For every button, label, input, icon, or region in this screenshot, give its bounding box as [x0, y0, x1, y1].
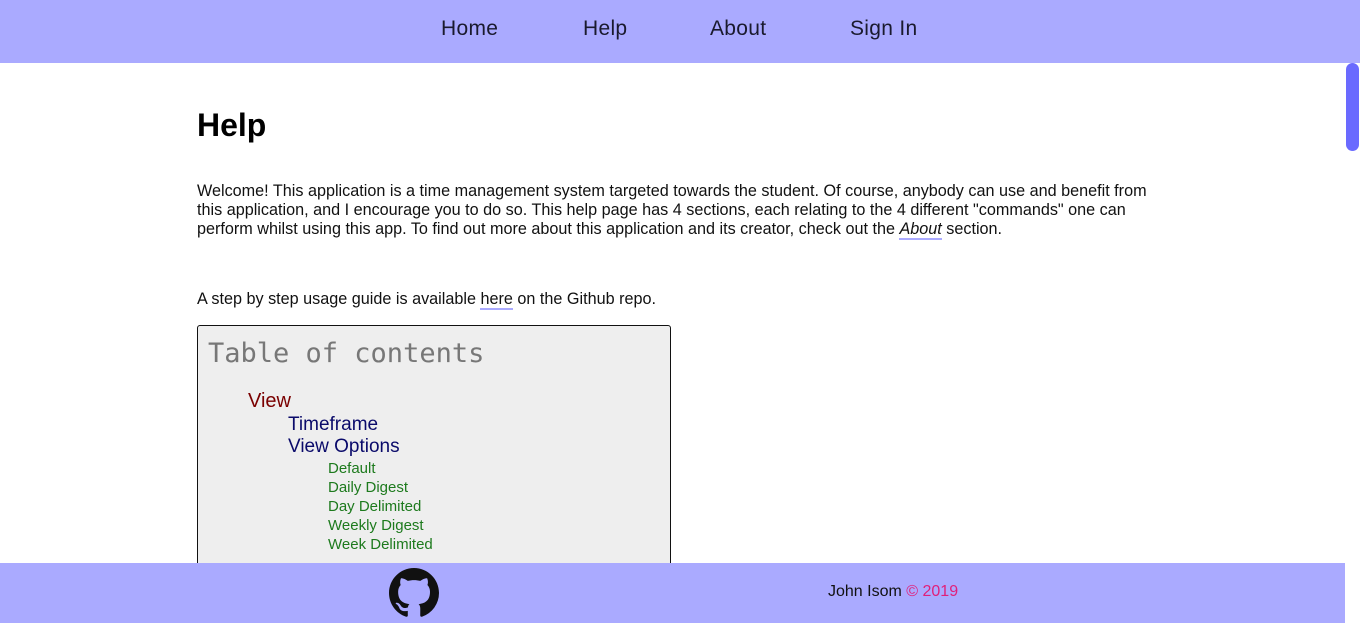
intro-text-end: section.	[941, 220, 1003, 238]
page-title: Help	[197, 107, 267, 143]
nav-home-link[interactable]: Home	[441, 17, 498, 41]
guide-text-end: on the Github repo.	[512, 290, 656, 308]
nav-sign-in-link[interactable]: Sign In	[850, 17, 917, 41]
toc-item-weekly-digest[interactable]: Weekly Digest	[328, 517, 424, 534]
about-section-link[interactable]: About	[899, 220, 942, 240]
intro-paragraph: Welcome! This application is a time mana…	[197, 182, 1147, 240]
toc-item-day-delimited[interactable]: Day Delimited	[328, 498, 421, 515]
main-content: Help Welcome! This application is a time…	[197, 63, 1147, 585]
guide-paragraph: A step by step usage guide is available …	[197, 290, 1147, 310]
toc-item-week-delimited[interactable]: Week Delimited	[328, 536, 433, 553]
footer-credit: John Isom © 2019	[828, 583, 958, 601]
footer: John Isom © 2019	[0, 563, 1345, 623]
table-of-contents: Table of contents View Timeframe View Op…	[197, 325, 671, 585]
toc-item-default[interactable]: Default	[328, 460, 376, 477]
usage-guide-link[interactable]: here	[480, 290, 513, 310]
intro-text: Welcome! This application is a time mana…	[197, 182, 1147, 238]
toc-item-timeframe[interactable]: Timeframe	[288, 414, 378, 436]
scrollbar-thumb[interactable]	[1346, 63, 1359, 151]
vertical-scrollbar[interactable]	[1345, 63, 1360, 623]
top-navigation-bar: Home Help About Sign In	[0, 0, 1360, 63]
github-icon[interactable]	[389, 568, 439, 618]
toc-item-daily-digest[interactable]: Daily Digest	[328, 479, 408, 496]
nav-about-link[interactable]: About	[710, 17, 766, 41]
author-name: John Isom	[828, 583, 902, 600]
toc-title: Table of contents	[208, 338, 485, 369]
guide-text: A step by step usage guide is available	[197, 290, 481, 308]
nav-help-link[interactable]: Help	[583, 17, 627, 41]
copyright-year: © 2019	[906, 583, 959, 600]
toc-item-view-options[interactable]: View Options	[288, 436, 400, 458]
toc-item-view[interactable]: View	[248, 390, 291, 413]
